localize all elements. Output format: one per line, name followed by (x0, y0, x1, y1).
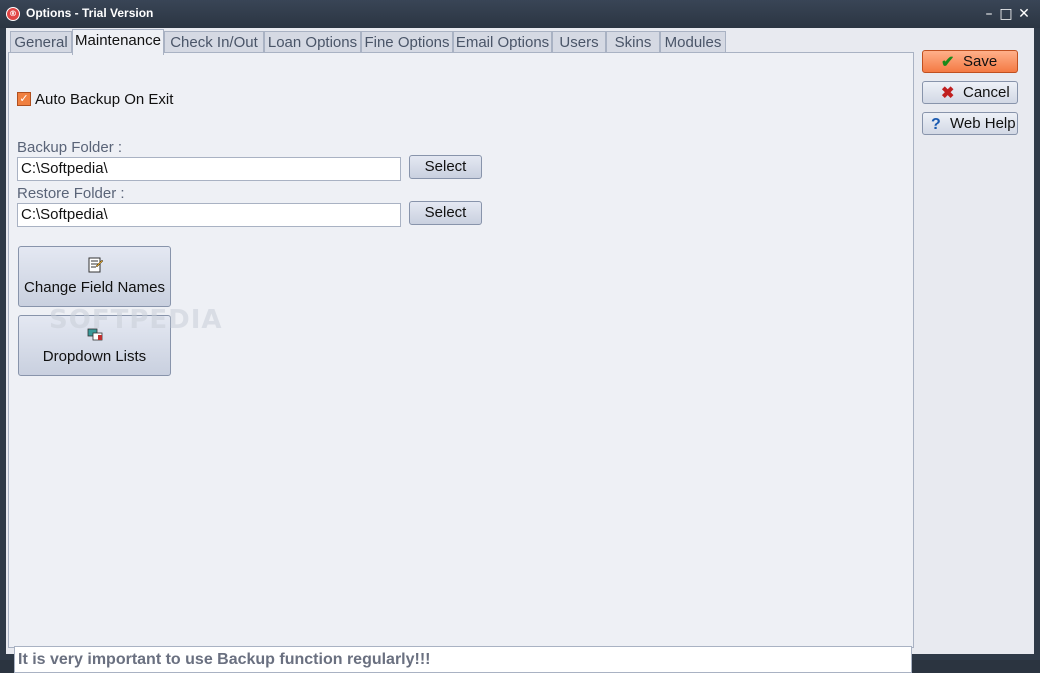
window-title: Options - Trial Version (26, 6, 154, 20)
app-logo-icon: ® (6, 7, 20, 21)
close-icon[interactable]: ✕ (1015, 5, 1033, 23)
tab-general[interactable]: General (10, 31, 72, 53)
maximize-icon[interactable]: □ (997, 5, 1015, 23)
change-field-names-label: Change Field Names (24, 279, 165, 296)
options-window: ® Options - Trial Version – □ ✕ General … (0, 0, 1040, 673)
tab-skins[interactable]: Skins (606, 31, 660, 53)
backup-folder-select-button[interactable]: Select (409, 155, 482, 179)
change-field-names-button[interactable]: Change Field Names (18, 246, 171, 307)
save-button-label: Save (963, 53, 998, 70)
tab-email-options[interactable]: Email Options (453, 31, 552, 53)
save-button[interactable]: ✔ Save (922, 50, 1018, 73)
backup-folder-input[interactable]: C:\Softpedia\ (17, 157, 401, 181)
dropdown-lists-label: Dropdown Lists (42, 348, 147, 365)
checkmark-icon: ✔ (941, 54, 955, 71)
backup-folder-label: Backup Folder : (17, 139, 123, 156)
softpedia-watermark: SOFTPEDIA (49, 305, 223, 335)
web-help-button-label: Web Help (950, 115, 1016, 132)
client-area: General Maintenance Check In/Out Loan Op… (6, 28, 1034, 673)
restore-folder-input[interactable]: C:\Softpedia\ (17, 203, 401, 227)
field-names-icon (88, 257, 103, 273)
tab-modules[interactable]: Modules (660, 31, 726, 53)
web-help-button[interactable]: ? Web Help (922, 112, 1018, 135)
minimize-icon[interactable]: – (980, 5, 998, 23)
restore-folder-label: Restore Folder : (17, 185, 125, 202)
cancel-button-label: Cancel (963, 84, 1010, 101)
tab-fine-options[interactable]: Fine Options (361, 31, 453, 53)
question-icon: ? (931, 116, 941, 133)
auto-backup-checkbox[interactable]: ✓ (17, 92, 31, 106)
tab-maintenance[interactable]: Maintenance (72, 29, 164, 55)
auto-backup-label[interactable]: Auto Backup On Exit (35, 91, 173, 108)
tab-loan-options[interactable]: Loan Options (264, 31, 361, 53)
tab-check-in-out[interactable]: Check In/Out (164, 31, 264, 53)
maintenance-panel: ✓ Auto Backup On Exit Backup Folder : C:… (8, 52, 914, 673)
restore-folder-select-button[interactable]: Select (409, 201, 482, 225)
cancel-button[interactable]: ✖ Cancel (922, 81, 1018, 104)
tab-users[interactable]: Users (552, 31, 606, 53)
x-icon: ✖ (941, 85, 955, 102)
title-bar[interactable]: ® Options - Trial Version – □ ✕ (0, 0, 1040, 28)
